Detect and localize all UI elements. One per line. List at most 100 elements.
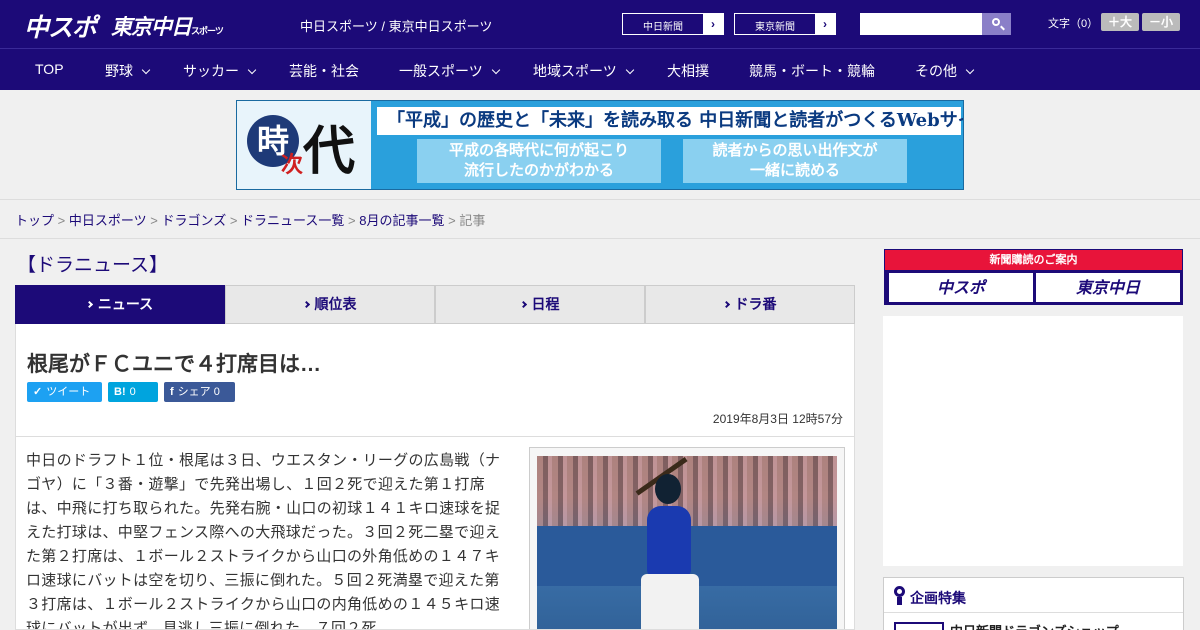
facebook-icon: f <box>170 386 174 398</box>
feature-item-link[interactable]: 中日新聞ドラゴンズショップ <box>950 621 1119 630</box>
hatena-count: 0 <box>129 386 136 398</box>
nav-item-top[interactable]: TOP <box>35 61 64 77</box>
facebook-share-button[interactable]: f シェア 0 <box>164 382 235 402</box>
tweet-label: ツイート <box>46 386 91 398</box>
tokyo-chunichi-sports-logo[interactable]: 東京中日スポーツ <box>111 11 224 41</box>
chevron-down-icon <box>965 65 975 75</box>
tab-standings[interactable]: 順位表 <box>225 285 435 324</box>
tweet-button[interactable]: ✓ ツイート <box>27 382 102 402</box>
tokyo-shimbun-button[interactable]: 東京新聞 › <box>734 13 836 35</box>
tab-label: ニュース <box>97 296 154 312</box>
banner-box-right: 読者からの思い出作文が 一緒に読める <box>683 139 907 183</box>
breadcrumb-dragons[interactable]: ドラゴンズ <box>161 213 226 228</box>
nav-item-baseball[interactable]: 野球 <box>105 61 151 81</box>
nav-item-label: 野球 <box>105 63 133 79</box>
feature-thumbnail[interactable] <box>894 622 944 630</box>
ad-slot <box>883 316 1183 566</box>
top-header: 中スポ 東京中日スポーツ 中日スポーツ / 東京中日スポーツ 中日新聞 › 東京… <box>0 0 1200 48</box>
nav-item-label: その他 <box>915 63 957 79</box>
chevron-right-icon <box>85 300 93 309</box>
tab-schedule[interactable]: 日程 <box>435 285 645 324</box>
article-title: 根尾がＦＣユニで４打席目は… <box>27 353 321 376</box>
dora-tabs: ニュース 順位表 日程 ドラ番 <box>15 285 855 331</box>
breadcrumb-separator: > <box>348 213 356 228</box>
chevron-right-icon: › <box>815 14 835 34</box>
feature-divider <box>884 612 1183 613</box>
search-input[interactable] <box>860 13 982 35</box>
photo-player-helmet <box>655 474 681 504</box>
subscription-promo[interactable]: 新聞購読のご案内 中スポ 東京中日 <box>884 249 1183 305</box>
chevron-down-icon <box>625 65 634 75</box>
nav-item-label: 芸能・社会 <box>289 63 359 79</box>
article-photo[interactable] <box>537 456 837 629</box>
nav-item-soccer[interactable]: サッカー <box>183 61 257 81</box>
nav-item-label: 競馬・ボート・競輪 <box>749 63 875 79</box>
tab-label: 日程 <box>531 296 560 312</box>
chevron-down-icon <box>247 65 257 75</box>
facebook-share-label: シェア 0 <box>177 386 220 398</box>
article-date: 2019年8月3日 12時57分 <box>712 412 843 426</box>
chevron-down-icon <box>491 65 500 75</box>
hatena-bookmark-button[interactable]: B! 0 <box>108 382 158 402</box>
chunichi-sports-logo[interactable]: 中スポ <box>24 8 97 44</box>
tab-dora-ban[interactable]: ドラ番 <box>645 285 855 324</box>
nav-item-label: サッカー <box>183 63 239 79</box>
nav-item-label: 大相撲 <box>667 63 709 79</box>
banner-box-right-line1: 読者からの思い出作文が <box>712 142 878 159</box>
nav-item-label: 一般スポーツ <box>399 63 483 79</box>
nav-item-racing[interactable]: 競馬・ボート・競輪 <box>749 61 875 81</box>
chevron-right-icon <box>302 300 310 309</box>
search-button[interactable] <box>982 13 1011 35</box>
breadcrumb-dora-news-list[interactable]: ドラニュース一覧 <box>241 213 344 228</box>
section-title: 【ドラニュース】 <box>17 255 169 276</box>
jidai-banner[interactable]: 時 次 代 「平成」の歴史と「未来」を読み取る 中日新聞と読者がつくるWebサイ… <box>236 100 964 190</box>
hatena-bookmark-icon: B! <box>114 386 126 398</box>
tokyo-chunichi-logo-suffix: スポーツ <box>191 27 224 37</box>
tab-label: ドラ番 <box>734 296 777 312</box>
chevron-right-icon <box>722 300 730 309</box>
breadcrumb-divider <box>0 238 1200 239</box>
photo-player-pants <box>641 574 699 629</box>
font-increase-button[interactable]: ＋大 <box>1101 13 1139 31</box>
banner-area: 時 次 代 「平成」の歴史と「未来」を読み取る 中日新聞と読者がつくるWebサイ… <box>0 90 1200 200</box>
chunichi-shimbun-button[interactable]: 中日新聞 › <box>622 13 724 35</box>
site-links[interactable]: 中日スポーツ / 東京中日スポーツ <box>300 16 492 35</box>
article-header: 根尾がＦＣユニで４打席目は… ✓ ツイート B! 0 f シェア 0 2019年8月3… <box>15 324 855 437</box>
banner-headline: 「平成」の歴史と「未来」を読み取る 中日新聞と読者がつくるWebサイト <box>377 107 963 135</box>
breadcrumb-current: 記事 <box>459 213 486 228</box>
breadcrumb-chunichi-sports[interactable]: 中日スポーツ <box>69 213 147 228</box>
jidai-logo: 時 次 代 <box>237 101 371 189</box>
banner-box-left: 平成の各時代に何が起こり 流行したのかがわかる <box>417 139 661 183</box>
tab-news[interactable]: ニュース <box>15 285 225 331</box>
nav-item-other[interactable]: その他 <box>915 61 975 81</box>
search-icon <box>992 18 1000 26</box>
subscription-promo-header: 新聞購読のご案内 <box>885 250 1182 270</box>
promo-tokyo-chunichi[interactable]: 東京中日 <box>1036 273 1180 302</box>
twitter-icon: ✓ <box>33 386 43 398</box>
breadcrumb: トップ > 中日スポーツ > ドラゴンズ > ドラニュース一覧 > 8月の記事一… <box>15 210 485 229</box>
tokyo-chunichi-logo-text: 東京中日 <box>111 15 192 39</box>
chevron-right-icon <box>519 300 527 309</box>
breadcrumb-separator: > <box>150 213 158 228</box>
font-decrease-button[interactable]: －小 <box>1142 13 1180 31</box>
jidai-logo-char-3: 代 <box>303 121 356 182</box>
breadcrumb-top[interactable]: トップ <box>15 213 54 228</box>
promo-chunichi-sports[interactable]: 中スポ <box>889 273 1033 302</box>
main-nav: TOP 野球 サッカー 芸能・社会 一般スポーツ 地域スポーツ 大相撲 競馬・ボ… <box>0 48 1200 90</box>
banner-box-right-line2: 一緒に読める <box>749 162 840 179</box>
article-text: 中日のドラフト１位・根尾は３日、ウエスタン・リーグの広島戦（ナゴヤ）に「３番・遊… <box>26 452 501 630</box>
nav-item-sumo[interactable]: 大相撲 <box>667 61 709 81</box>
chevron-right-icon: › <box>703 14 723 34</box>
nav-item-entertainment[interactable]: 芸能・社会 <box>289 61 359 81</box>
nav-item-label: 地域スポーツ <box>533 63 617 79</box>
photo-player-jersey <box>647 506 691 576</box>
breadcrumb-separator: > <box>229 213 238 228</box>
tab-label: 順位表 <box>314 296 357 312</box>
jidai-logo-char-2: 次 <box>281 152 304 178</box>
nav-item-general-sports[interactable]: 一般スポーツ <box>399 61 500 81</box>
nav-item-local-sports[interactable]: 地域スポーツ <box>533 61 634 81</box>
breadcrumb-august-list[interactable]: 8月の記事一覧 <box>359 213 444 228</box>
chevron-down-icon <box>141 65 151 75</box>
ribbon-icon <box>894 586 905 605</box>
font-size-label: 文字（0） <box>1048 18 1099 30</box>
